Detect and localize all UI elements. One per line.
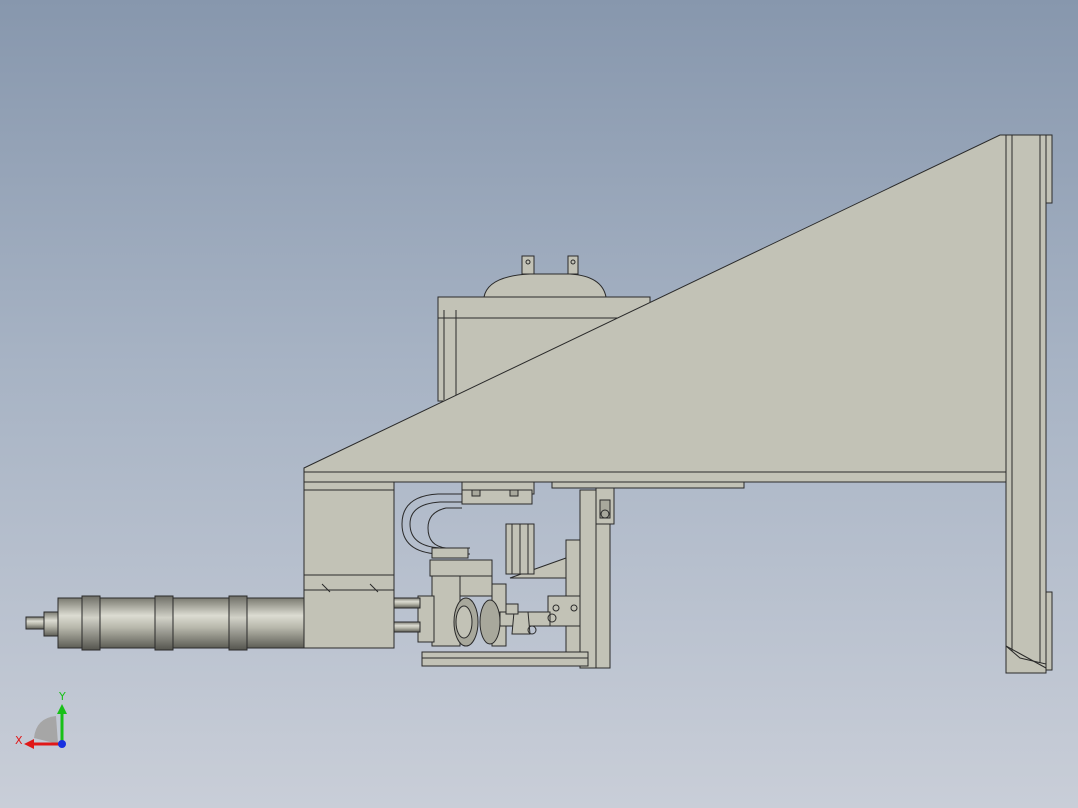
y-axis-label: Y — [58, 690, 66, 703]
z-axis-dot — [58, 740, 66, 748]
triangular-frame-plate — [303, 134, 1053, 674]
cable-loop — [401, 493, 470, 559]
assembly-side-view[interactable]: Y X — [0, 0, 1078, 808]
triad-base-icon — [34, 716, 58, 744]
x-axis-label: X — [15, 734, 23, 747]
view-triad: Y X — [15, 690, 67, 749]
cad-viewport[interactable]: Y X — [0, 0, 1078, 808]
mount-block — [303, 481, 395, 649]
